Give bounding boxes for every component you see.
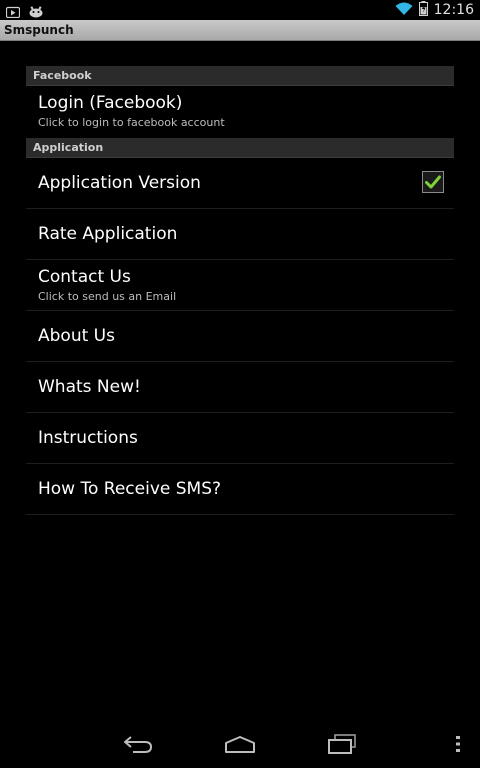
battery-icon bbox=[418, 0, 428, 20]
back-button[interactable] bbox=[118, 730, 158, 758]
pref-contact-us-title: Contact Us bbox=[38, 267, 131, 287]
navigation-bar bbox=[0, 720, 480, 768]
pref-about-us-title: About Us bbox=[38, 326, 115, 346]
pref-application-version-title: Application Version bbox=[38, 173, 201, 193]
pref-how-to-receive-sms-title: How To Receive SMS? bbox=[38, 479, 222, 499]
pref-login-facebook[interactable]: Login (Facebook) Click to login to faceb… bbox=[26, 86, 454, 138]
overflow-menu-button[interactable] bbox=[440, 730, 476, 758]
section-header-application: Application bbox=[26, 138, 454, 158]
home-button[interactable] bbox=[220, 730, 260, 758]
title-bar: Smspunch bbox=[0, 20, 480, 41]
section-header-facebook: Facebook bbox=[26, 66, 454, 86]
overflow-menu-icon bbox=[456, 736, 460, 752]
status-system: 12:16 bbox=[395, 0, 474, 20]
back-icon bbox=[124, 736, 153, 753]
pref-whats-new[interactable]: Whats New! bbox=[26, 362, 454, 413]
pref-how-to-receive-sms[interactable]: How To Receive SMS? bbox=[26, 464, 454, 515]
home-icon bbox=[225, 736, 255, 753]
pref-rate-application-title: Rate Application bbox=[38, 224, 178, 244]
pref-contact-us[interactable]: Contact Us Click to send us an Email bbox=[26, 260, 454, 311]
application-version-checkbox[interactable] bbox=[422, 171, 444, 193]
pref-instructions-title: Instructions bbox=[38, 428, 138, 448]
checkmark-icon bbox=[425, 175, 441, 189]
status-bar: 12:16 bbox=[0, 0, 480, 20]
pref-about-us[interactable]: About Us bbox=[26, 311, 454, 362]
status-time: 12:16 bbox=[433, 2, 474, 18]
pref-rate-application[interactable]: Rate Application bbox=[26, 209, 454, 260]
pref-login-facebook-summary: Click to login to facebook account bbox=[38, 116, 225, 129]
pref-login-facebook-title: Login (Facebook) bbox=[38, 93, 183, 113]
pref-whats-new-title: Whats New! bbox=[38, 377, 141, 397]
app-title: Smspunch bbox=[4, 23, 74, 37]
preference-list: Facebook Login (Facebook) Click to login… bbox=[26, 66, 454, 515]
pref-contact-us-summary: Click to send us an Email bbox=[38, 290, 177, 303]
wifi-icon bbox=[395, 1, 413, 20]
recent-apps-button[interactable] bbox=[322, 730, 362, 758]
pref-instructions[interactable]: Instructions bbox=[26, 413, 454, 464]
recent-apps-icon bbox=[328, 734, 356, 754]
pref-application-version[interactable]: Application Version bbox=[26, 158, 454, 209]
